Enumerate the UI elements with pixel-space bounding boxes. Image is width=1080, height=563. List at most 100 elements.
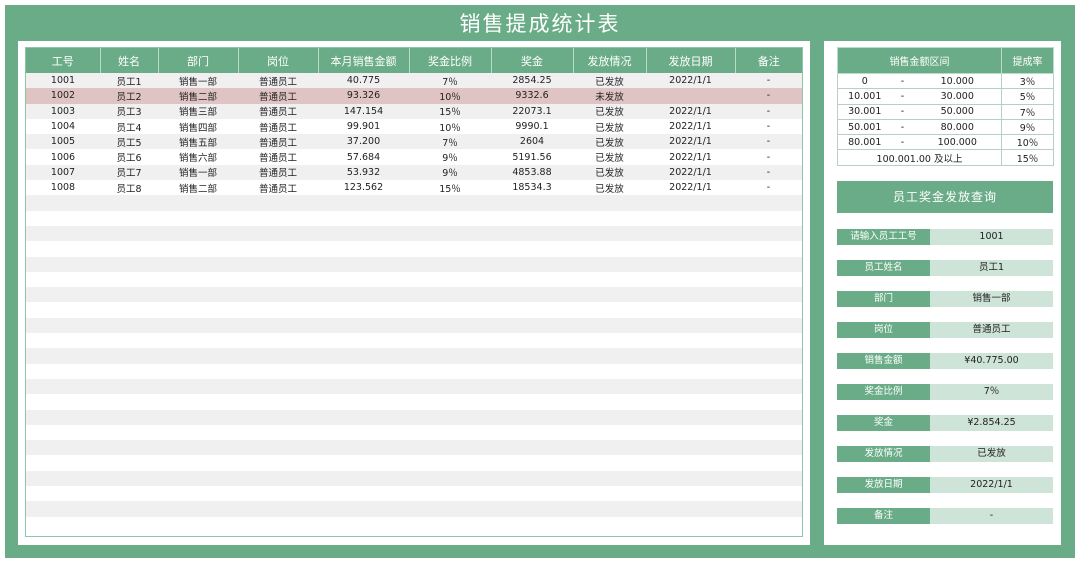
table-cell[interactable] (100, 287, 158, 303)
table-cell[interactable]: 员工1 (100, 73, 158, 89)
table-cell[interactable] (409, 348, 491, 364)
table-cell[interactable] (26, 317, 100, 334)
table-cell[interactable] (491, 516, 573, 532)
empty-row[interactable] (26, 271, 802, 288)
column-header[interactable]: 工号 (26, 48, 101, 73)
table-cell[interactable]: 已发放 (573, 118, 646, 135)
table-cell[interactable] (646, 348, 735, 364)
empty-row[interactable] (26, 501, 802, 517)
table-cell[interactable] (318, 348, 409, 364)
empty-row[interactable] (26, 440, 802, 456)
table-cell[interactable] (491, 363, 573, 379)
table-cell[interactable] (573, 516, 646, 532)
table-row[interactable]: 1005 员工5 销售五部 普通员工 37.200 7％ 2604 已发放 2022/1/1- (26, 134, 802, 150)
table-cell[interactable] (100, 470, 158, 487)
table-cell[interactable]: 1004 (26, 118, 100, 135)
table-cell[interactable]: 5191.56 (491, 149, 573, 165)
table-cell[interactable] (646, 302, 735, 318)
table-cell[interactable] (491, 470, 573, 487)
table-cell[interactable]: 普通员工 (238, 103, 318, 119)
table-cell[interactable] (646, 210, 735, 226)
table-cell[interactable]: 2604 (491, 134, 573, 150)
table-cell[interactable] (158, 424, 238, 441)
table-cell[interactable] (158, 394, 238, 410)
table-cell[interactable] (318, 501, 409, 517)
table-cell[interactable]: 1008 (26, 180, 100, 196)
table-cell[interactable] (158, 241, 238, 257)
table-cell[interactable] (158, 501, 238, 517)
table-cell[interactable]: 员工7 (100, 164, 158, 181)
table-cell[interactable] (158, 378, 238, 395)
table-cell[interactable] (646, 363, 735, 379)
empty-row[interactable] (26, 195, 802, 211)
table-cell[interactable] (646, 486, 735, 502)
table-cell[interactable] (646, 195, 735, 211)
table-cell[interactable]: 普通员工 (238, 180, 318, 196)
table-cell[interactable] (735, 455, 802, 471)
table-cell[interactable] (318, 394, 409, 410)
table-cell[interactable]: 1007 (26, 164, 100, 181)
table-cell[interactable] (100, 348, 158, 364)
table-cell[interactable] (318, 256, 409, 272)
table-cell[interactable] (491, 317, 573, 334)
table-cell[interactable] (735, 363, 802, 379)
table-cell[interactable] (735, 440, 802, 456)
table-cell[interactable] (318, 210, 409, 226)
table-cell[interactable] (238, 256, 318, 272)
table-cell[interactable]: 员工4 (100, 118, 158, 135)
table-cell[interactable] (100, 409, 158, 425)
table-cell[interactable] (646, 501, 735, 517)
table-cell[interactable] (26, 486, 100, 502)
table-cell[interactable]: 已发放 (573, 73, 646, 89)
table-cell[interactable] (158, 287, 238, 303)
table-cell[interactable]: - (735, 73, 802, 89)
table-cell[interactable] (573, 333, 646, 349)
table-cell[interactable] (238, 455, 318, 471)
table-cell[interactable] (158, 225, 238, 242)
table-cell[interactable]: 15％ (409, 180, 491, 196)
table-cell[interactable] (158, 256, 238, 272)
table-cell[interactable] (318, 271, 409, 288)
table-cell[interactable] (409, 241, 491, 257)
table-cell[interactable] (735, 424, 802, 441)
table-cell[interactable] (26, 241, 100, 257)
table-cell[interactable] (238, 516, 318, 532)
empty-row[interactable] (26, 302, 802, 318)
table-cell[interactable] (491, 409, 573, 425)
table-cell[interactable] (491, 440, 573, 456)
empty-row[interactable] (26, 225, 802, 242)
empty-row[interactable] (26, 317, 802, 334)
table-row[interactable]: 1006 员工6 销售六部 普通员工 57.684 9％ 5191.56 已发放 2022/1/… (26, 149, 802, 165)
table-cell[interactable] (646, 225, 735, 242)
table-cell[interactable]: 已发放 (573, 103, 646, 119)
table-cell[interactable] (238, 470, 318, 487)
table-cell[interactable] (409, 195, 491, 211)
table-cell[interactable]: 销售一部 (158, 164, 238, 181)
table-cell[interactable] (491, 302, 573, 318)
table-cell[interactable] (26, 210, 100, 226)
table-cell[interactable] (409, 287, 491, 303)
table-cell[interactable] (573, 225, 646, 242)
table-cell[interactable] (646, 409, 735, 425)
table-cell[interactable]: - (735, 103, 802, 119)
table-cell[interactable] (491, 210, 573, 226)
table-cell[interactable] (100, 378, 158, 395)
table-cell[interactable]: 已发放 (573, 134, 646, 150)
table-cell[interactable] (318, 378, 409, 395)
table-cell[interactable]: 4853.88 (491, 164, 573, 181)
column-header[interactable]: 发放情况 (573, 48, 647, 73)
table-cell[interactable] (573, 302, 646, 318)
table-cell[interactable]: 普通员工 (238, 73, 318, 89)
table-cell[interactable] (318, 516, 409, 532)
table-cell[interactable] (238, 287, 318, 303)
table-cell[interactable]: 普通员工 (238, 118, 318, 135)
table-cell[interactable] (409, 378, 491, 395)
table-cell[interactable] (735, 486, 802, 502)
table-cell[interactable] (318, 302, 409, 318)
table-cell[interactable] (735, 317, 802, 334)
table-cell[interactable] (26, 271, 100, 288)
table-cell[interactable] (491, 348, 573, 364)
table-cell[interactable] (491, 424, 573, 441)
table-cell[interactable] (238, 317, 318, 334)
table-cell[interactable] (573, 363, 646, 379)
